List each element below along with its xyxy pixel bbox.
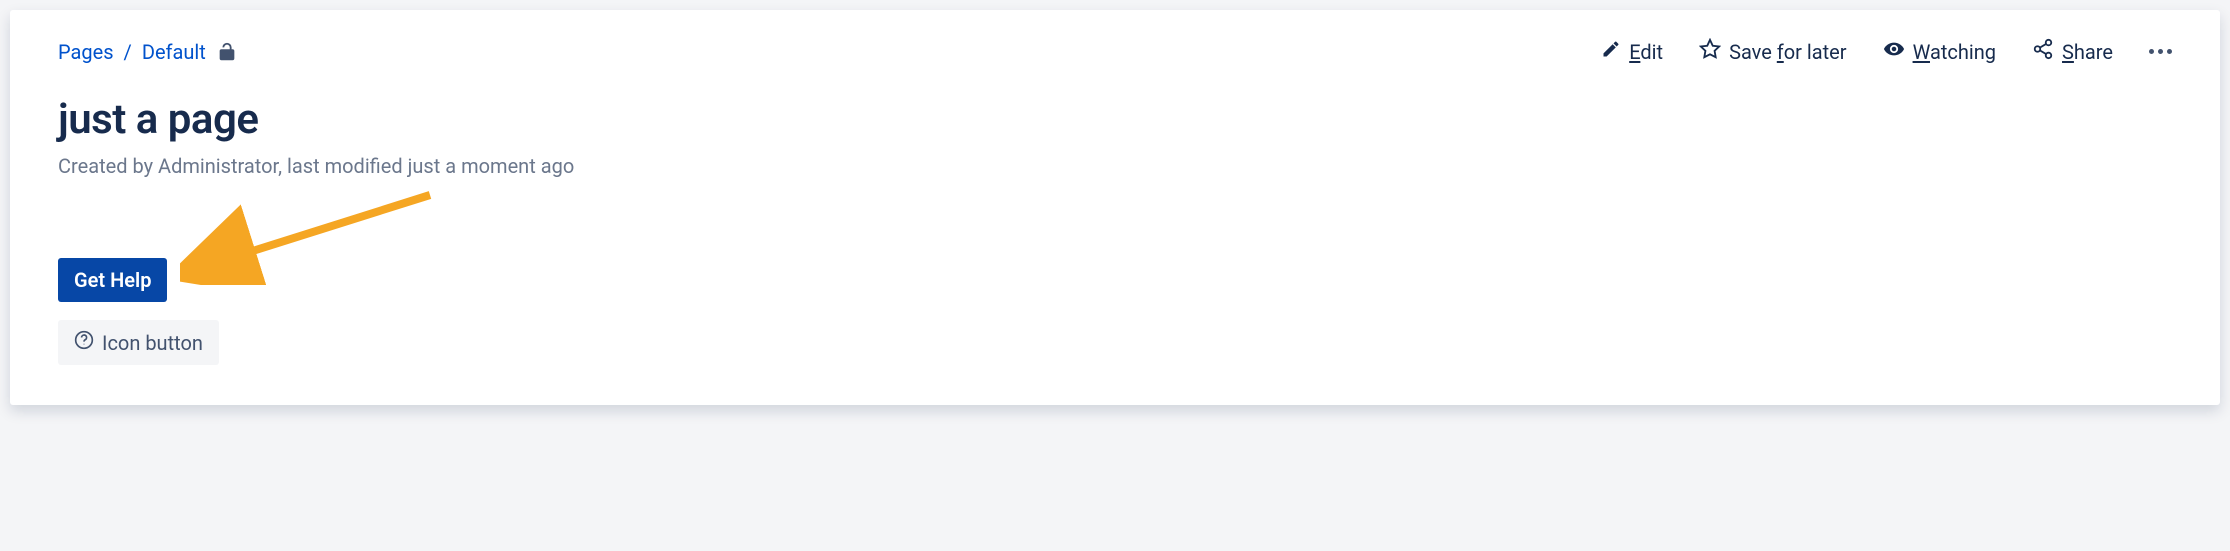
star-icon	[1699, 38, 1721, 65]
breadcrumb-current-link[interactable]: Default	[142, 40, 206, 64]
question-circle-icon	[74, 330, 94, 355]
page-actions: Edit Save for later Watching Share	[1601, 38, 2172, 65]
page-card: Pages / Default Edit Save for later	[10, 10, 2220, 405]
share-icon	[2032, 38, 2054, 65]
page-meta: Created by Administrator, last modified …	[58, 154, 2172, 178]
edit-button[interactable]: Edit	[1601, 39, 1663, 64]
page-title: just a page	[58, 95, 2172, 144]
more-actions-button[interactable]	[2149, 49, 2172, 54]
breadcrumb: Pages / Default	[58, 40, 238, 64]
save-for-later-button[interactable]: Save for later	[1699, 38, 1847, 65]
get-help-button[interactable]: Get Help	[58, 258, 167, 302]
pencil-icon	[1601, 39, 1621, 64]
unlocked-icon[interactable]	[216, 41, 238, 63]
eye-icon	[1883, 38, 1905, 65]
watching-label: Watching	[1913, 40, 1996, 64]
icon-button-label: Icon button	[102, 331, 203, 355]
content-area: Get Help Icon button	[58, 258, 2172, 365]
icon-button[interactable]: Icon button	[58, 320, 219, 365]
topbar: Pages / Default Edit Save for later	[58, 38, 2172, 65]
save-for-later-label: Save for later	[1729, 40, 1847, 64]
breadcrumb-root-link[interactable]: Pages	[58, 40, 114, 64]
share-label: Share	[2062, 40, 2113, 64]
share-button[interactable]: Share	[2032, 38, 2113, 65]
breadcrumb-separator: /	[124, 40, 132, 64]
watching-button[interactable]: Watching	[1883, 38, 1996, 65]
more-icon	[2149, 49, 2172, 54]
edit-label: Edit	[1629, 40, 1663, 64]
